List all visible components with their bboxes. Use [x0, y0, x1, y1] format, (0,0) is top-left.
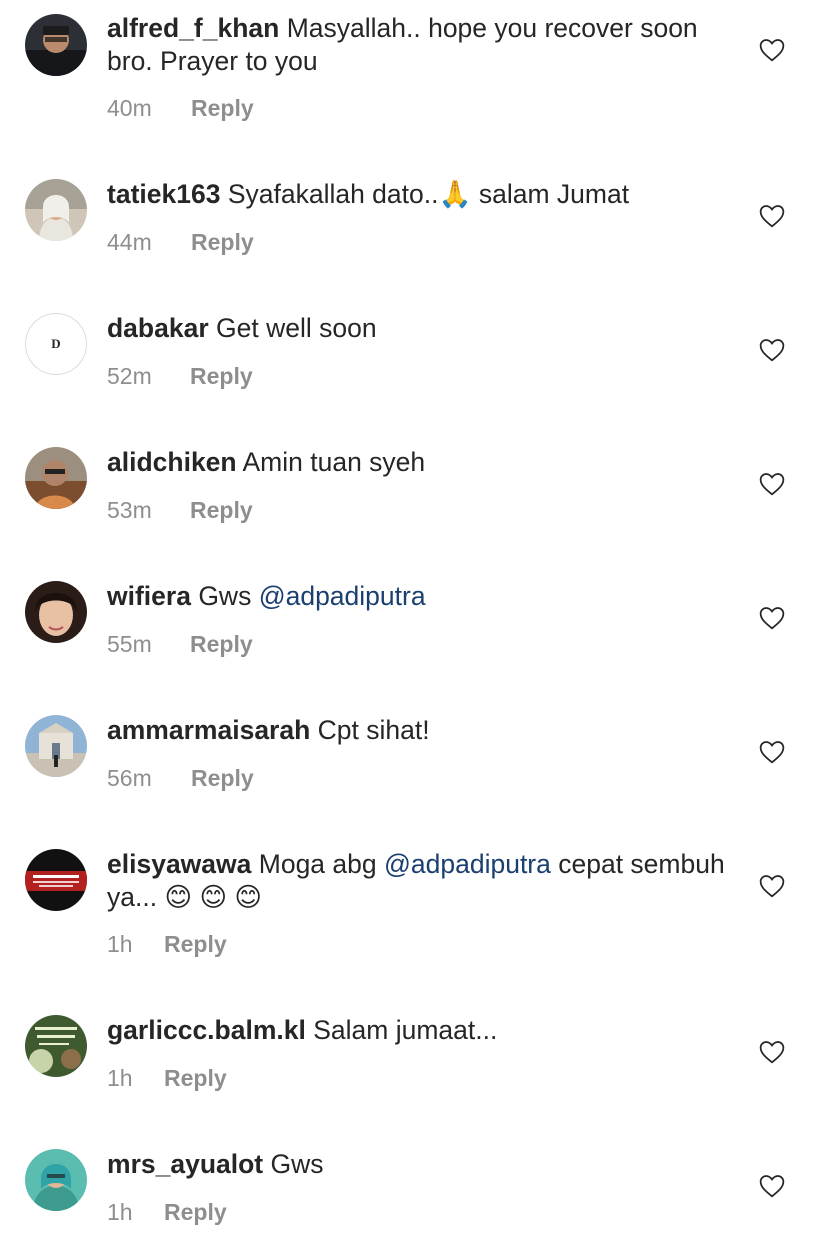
- reply-button[interactable]: Reply: [191, 765, 254, 792]
- comment-body: Gws: [263, 1149, 324, 1179]
- comment-username[interactable]: tatiek163: [107, 179, 220, 209]
- comment-text: tatiek163 Syafakallah dato..🙏 salam Juma…: [107, 178, 727, 211]
- heart-outline-icon[interactable]: [759, 874, 785, 898]
- comment-time: 1h: [107, 1065, 133, 1091]
- reply-button[interactable]: Reply: [190, 363, 253, 390]
- comment-username[interactable]: alfred_f_khan: [107, 13, 279, 43]
- comment-username[interactable]: mrs_ayualot: [107, 1149, 263, 1179]
- smiling-face-emoji: 😊 😊 😊: [164, 882, 263, 912]
- comment-body: Get well soon: [208, 313, 377, 343]
- reply-button[interactable]: Reply: [190, 497, 253, 524]
- heart-outline-icon[interactable]: [759, 204, 785, 228]
- avatar[interactable]: D: [25, 313, 87, 375]
- avatar[interactable]: [25, 179, 87, 241]
- comment-text: garliccc.balm.kl Salam jumaat...: [107, 1014, 727, 1047]
- comment-username[interactable]: ammarmaisarah: [107, 715, 310, 745]
- comment-username[interactable]: wifiera: [107, 581, 191, 611]
- heart-outline-icon[interactable]: [759, 472, 785, 496]
- comment-time: 40m: [107, 95, 152, 121]
- comment-username[interactable]: alidchiken: [107, 447, 237, 477]
- comment-body: Salam jumaat...: [305, 1015, 498, 1045]
- avatar[interactable]: [25, 581, 87, 643]
- comment-body-continued: salam Jumat: [471, 179, 630, 209]
- comment-username[interactable]: garliccc.balm.kl: [107, 1015, 306, 1045]
- comment-time: 52m: [107, 363, 152, 389]
- reply-button[interactable]: Reply: [164, 1199, 227, 1226]
- avatar[interactable]: [25, 1015, 87, 1077]
- comment-time: 56m: [107, 765, 152, 791]
- comment-text: dabakar Get well soon: [107, 312, 727, 345]
- avatar-letter: D: [51, 336, 61, 351]
- comment-time: 44m: [107, 229, 152, 255]
- comment-text: elisyawawa Moga abg @adpadiputra cepat s…: [107, 848, 727, 914]
- comment-text: alfred_f_khan Masyallah.. hope you recov…: [107, 12, 727, 78]
- mention-link[interactable]: @adpadiputra: [384, 849, 551, 879]
- comment-text: ammarmaisarah Cpt sihat!: [107, 714, 727, 747]
- avatar[interactable]: [25, 1149, 87, 1211]
- reply-button[interactable]: Reply: [164, 1065, 227, 1092]
- comment-time: 53m: [107, 497, 152, 523]
- comment-body: Cpt sihat!: [310, 715, 430, 745]
- comment-text: mrs_ayualot Gws: [107, 1148, 727, 1181]
- comment-body: Syafakallah dato..: [220, 179, 439, 209]
- comment-text: alidchiken Amin tuan syeh: [107, 446, 727, 479]
- heart-outline-icon[interactable]: [759, 740, 785, 764]
- mention-link[interactable]: @adpadiputra: [259, 581, 426, 611]
- comment-username[interactable]: elisyawawa: [107, 849, 251, 879]
- praying-hands-emoji: 🙏: [438, 179, 472, 209]
- reply-button[interactable]: Reply: [190, 631, 253, 658]
- reply-button[interactable]: Reply: [164, 931, 227, 958]
- heart-outline-icon[interactable]: [759, 1174, 785, 1198]
- comment-time: 1h: [107, 1199, 133, 1225]
- avatar[interactable]: [25, 715, 87, 777]
- comment-time: 1h: [107, 931, 133, 957]
- avatar[interactable]: [25, 849, 87, 911]
- comment-text: wifiera Gws @adpadiputra: [107, 580, 727, 613]
- comment-body: Gws: [190, 581, 259, 611]
- comment-username[interactable]: dabakar: [107, 313, 209, 343]
- comment-time: 55m: [107, 631, 152, 657]
- avatar[interactable]: [25, 447, 87, 509]
- heart-outline-icon[interactable]: [759, 38, 785, 62]
- heart-outline-icon[interactable]: [759, 338, 785, 362]
- avatar[interactable]: [25, 14, 87, 76]
- heart-outline-icon[interactable]: [759, 1040, 785, 1064]
- reply-button[interactable]: Reply: [191, 95, 254, 122]
- comment-body: Amin tuan syeh: [236, 447, 426, 477]
- reply-button[interactable]: Reply: [191, 229, 254, 256]
- heart-outline-icon[interactable]: [759, 606, 785, 630]
- comment-body: Moga abg: [251, 849, 384, 879]
